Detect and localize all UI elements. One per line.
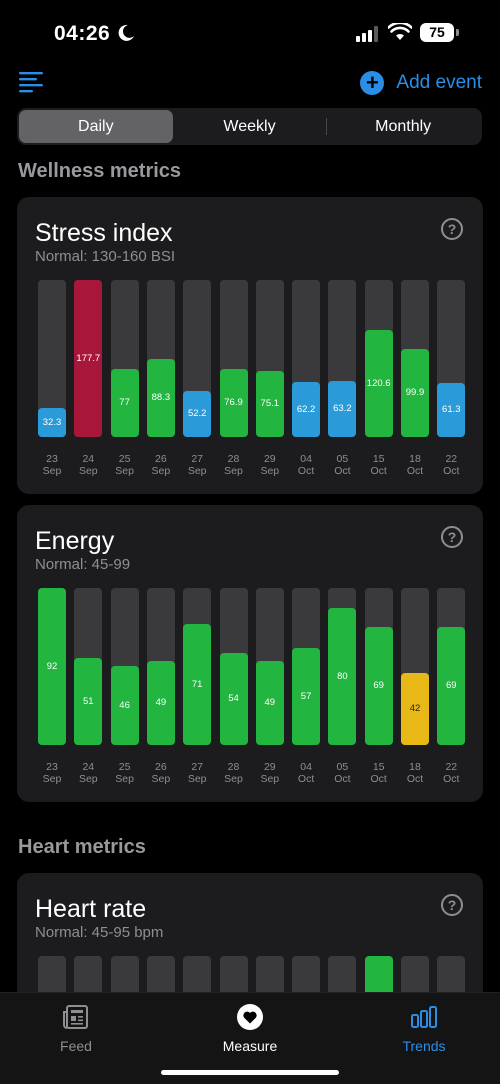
plus-circle-icon: +: [360, 71, 385, 95]
card-normal-range: Normal: 45-95 bpm: [35, 924, 164, 941]
bar-date-label: 22 Oct: [443, 761, 460, 785]
bar-value-label: 49: [155, 697, 167, 708]
bar-value-label: 69: [446, 680, 457, 691]
newspaper-icon: [63, 1005, 88, 1029]
section-title-heart: Heart metrics: [18, 836, 146, 858]
bar-value-label: 42: [409, 703, 421, 714]
status-bar: 04:26 75: [0, 0, 500, 68]
bar-value-label: 54: [228, 693, 239, 704]
card-title: Energy: [35, 527, 115, 555]
bar-value-label: 63.2: [333, 403, 352, 414]
add-event-button[interactable]: + Add event: [360, 70, 482, 96]
card-normal-range: Normal: 130-160 BSI: [35, 248, 176, 265]
tab-measure[interactable]: Measure: [190, 1003, 310, 1054]
bar-value-label: 61.3: [442, 404, 461, 415]
card-title: Heart rate: [35, 895, 147, 923]
bar-value-label: 88.3: [151, 392, 171, 403]
tab-measure-label: Measure: [222, 1038, 278, 1054]
help-icon[interactable]: ?: [441, 218, 463, 240]
bar-value-label: 75.1: [260, 398, 280, 409]
moon-icon: [118, 24, 134, 41]
bar-value-label: 57: [300, 690, 312, 702]
energy-card[interactable]: Energy Normal: 45-99 ? 92 23 Sep 51 24 Sep 46 2…: [17, 505, 483, 802]
tab-trends[interactable]: Trends: [364, 1003, 484, 1054]
help-icon[interactable]: ?: [441, 894, 463, 916]
bar-value-label: 77: [119, 397, 130, 408]
card-normal-range: Normal: 45-99: [35, 556, 131, 573]
card-title: Stress index: [35, 219, 173, 247]
menu-icon[interactable]: [19, 70, 45, 94]
signal-icon: [356, 26, 378, 42]
bar-value-label: 80: [337, 670, 348, 682]
bar-value-label: 177.7: [76, 352, 101, 364]
bar-value-label: 76.9: [224, 397, 243, 408]
heart-circle-icon: [237, 1004, 263, 1030]
bar-value-label: 62.2: [296, 403, 316, 415]
tab-feed-label: Feed: [60, 1038, 92, 1054]
stress-index-card[interactable]: Stress index Normal: 130-160 BSI ? 32.3 2…: [17, 197, 483, 494]
bar-value-label: 46: [119, 699, 130, 711]
tab-trends-label: Trends: [402, 1038, 446, 1054]
add-event-label: Add event: [396, 72, 482, 93]
status-time: 04:26: [54, 22, 111, 45]
period-segmented-control: Daily Weekly Monthly: [17, 108, 482, 145]
bar-value-label: 120.6: [366, 377, 391, 389]
bar-value-label: 32.3: [42, 416, 62, 428]
bar-value-label: 71: [191, 678, 203, 690]
bar-chart-icon: [411, 1006, 437, 1028]
bar-value-label: 52.2: [187, 408, 207, 419]
help-icon[interactable]: ?: [441, 526, 463, 548]
bar-date-label: 22 Oct: [443, 453, 460, 477]
bar-value-label: 92: [46, 660, 58, 672]
bar-value-label: 69: [373, 680, 384, 691]
bar-value-label: 49: [264, 697, 276, 708]
wifi-icon: [388, 23, 412, 40]
section-title-wellness: Wellness metrics: [18, 160, 182, 182]
bar-value-label: 51: [83, 695, 94, 707]
bar-value-label: 99.9: [405, 387, 425, 398]
segment-daily[interactable]: Daily: [19, 110, 173, 143]
tab-feed[interactable]: Feed: [16, 1003, 136, 1054]
home-indicator: [161, 1070, 339, 1075]
segment-weekly[interactable]: Weekly: [173, 110, 327, 143]
battery-indicator: 75: [420, 23, 459, 42]
segment-monthly[interactable]: Monthly: [326, 110, 480, 143]
